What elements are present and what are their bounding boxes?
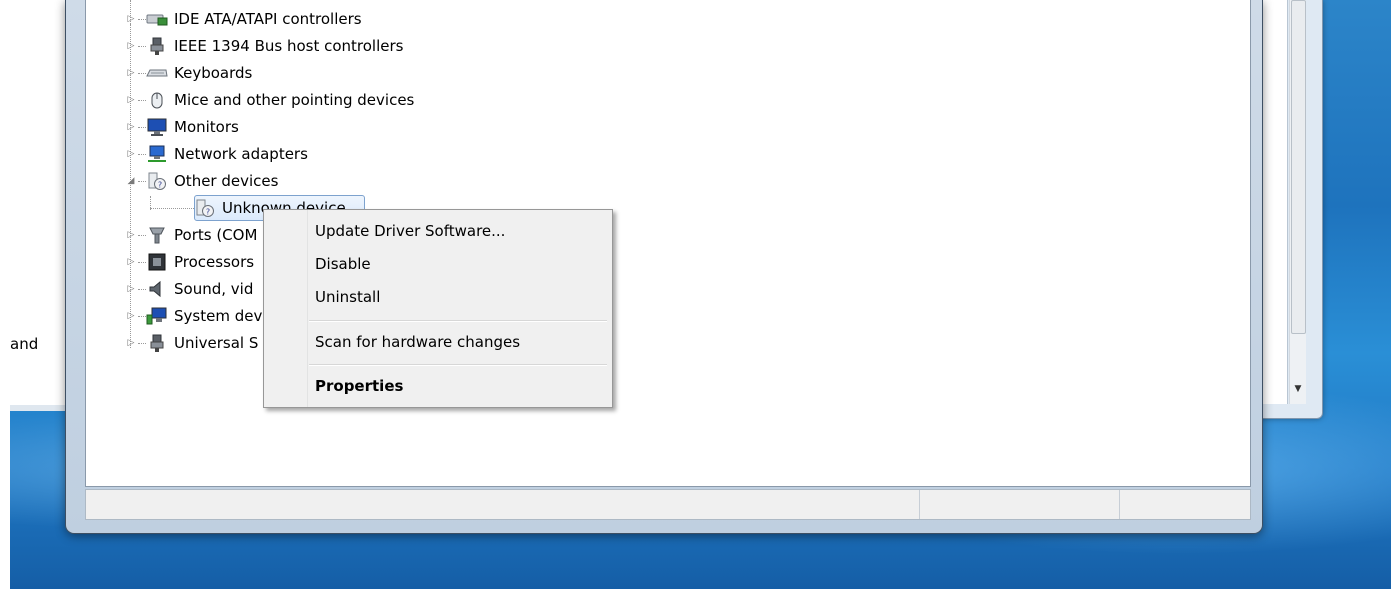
background-window-text: and — [10, 335, 39, 353]
speaker-icon — [146, 280, 168, 298]
scroll-down-arrow-icon[interactable]: ▼ — [1291, 378, 1305, 400]
tree-item-label: IEEE 1394 Bus host controllers — [174, 37, 404, 55]
background-window-right-pane — [1259, 0, 1288, 404]
menu-item-uninstall[interactable]: Uninstall — [315, 283, 380, 311]
tree-item-universal-serial-bus[interactable]: ▷ Universal S — [124, 331, 258, 355]
tree-item-monitors[interactable]: ▷ Monitors — [124, 115, 239, 139]
background-window-right[interactable]: ▼ — [1258, 0, 1323, 419]
tree-item-system-devices[interactable]: ▷ System dev — [124, 304, 263, 328]
processor-icon — [146, 253, 168, 271]
keyboard-icon — [146, 64, 168, 82]
status-pane — [1119, 490, 1250, 519]
tree-item-keyboards[interactable]: ▷ Keyboards — [124, 61, 253, 85]
tree-item-label: Monitors — [174, 118, 239, 136]
expand-arrow-icon[interactable]: ▷ — [124, 88, 138, 112]
tree-item-label: Keyboards — [174, 64, 253, 82]
menu-item-properties[interactable]: Properties — [315, 372, 403, 400]
menu-separator — [309, 364, 607, 366]
usb-plug-icon — [146, 334, 168, 352]
tree-item-label: Mice and other pointing devices — [174, 91, 415, 109]
menu-item-update-driver-software[interactable]: Update Driver Software... — [315, 217, 505, 245]
context-menu-icon-gutter — [264, 210, 308, 407]
device-manager-window: ▷ IDE ATA/ATAPI controllers ▷ IEEE 1394 … — [65, 0, 1263, 534]
tree-item-ide-ata-atapi-controllers[interactable]: ▷ IDE ATA/ATAPI controllers — [124, 7, 362, 31]
tree-item-label: Other devices — [174, 172, 279, 190]
status-pane — [919, 490, 1120, 519]
tree-item-sound-video[interactable]: ▷ Sound, vid — [124, 277, 254, 301]
scrollbar-thumb[interactable] — [1291, 0, 1306, 334]
tree-item-network-adapters[interactable]: ▷ Network adapters — [124, 142, 308, 166]
expand-arrow-icon[interactable]: ▷ — [124, 142, 138, 166]
tree-item-label: Network adapters — [174, 145, 308, 163]
ide-controller-icon — [146, 10, 168, 28]
expand-arrow-icon[interactable]: ▷ — [124, 250, 138, 274]
unknown-device-icon: ? — [194, 199, 216, 217]
context-menu: Update Driver Software... Disable Uninst… — [263, 209, 613, 408]
tree-item-label: Universal S — [174, 334, 259, 352]
system-device-icon — [146, 307, 168, 325]
expand-arrow-icon[interactable]: ▷ — [124, 277, 138, 301]
tree-item-label: IDE ATA/ATAPI controllers — [174, 10, 362, 28]
tree-item-label: System dev — [174, 307, 263, 325]
menu-item-disable[interactable]: Disable — [315, 250, 371, 278]
tree-item-other-devices[interactable]: ◢ ? Other devices — [124, 169, 278, 193]
expand-arrow-icon[interactable]: ▷ — [124, 61, 138, 85]
expand-arrow-icon[interactable]: ▷ — [124, 223, 138, 247]
expand-arrow-icon[interactable]: ▷ — [124, 331, 138, 355]
vertical-scrollbar[interactable]: ▼ — [1289, 0, 1306, 404]
background-window-bottom-bar — [10, 405, 72, 411]
unknown-device-icon: ? — [146, 172, 168, 190]
expand-arrow-icon[interactable]: ▷ — [124, 304, 138, 328]
usb-plug-icon — [146, 37, 168, 55]
port-icon — [146, 226, 168, 244]
tree-item-label: Processors — [174, 253, 255, 271]
tree-item-mice-and-other-pointing-devices[interactable]: ▷ Mice and other pointing devices — [124, 88, 415, 112]
menu-separator — [309, 320, 607, 322]
expand-arrow-icon[interactable]: ▷ — [124, 115, 138, 139]
tree-item-label: Sound, vid — [174, 280, 254, 298]
collapse-arrow-icon[interactable]: ◢ — [124, 169, 138, 193]
svg-text:?: ? — [206, 208, 210, 217]
network-adapter-icon — [146, 145, 168, 163]
svg-text:?: ? — [158, 181, 162, 190]
background-window-edge — [0, 0, 10, 589]
tree-item-processors[interactable]: ▷ Processors — [124, 250, 255, 274]
tree-item-ieee-1394-bus-host-controllers[interactable]: ▷ IEEE 1394 Bus host controllers — [124, 34, 403, 58]
expand-arrow-icon[interactable]: ▷ — [124, 7, 138, 31]
expand-arrow-icon[interactable]: ▷ — [124, 34, 138, 58]
tree-item-label: Ports (COM — [174, 226, 258, 244]
status-bar — [85, 489, 1251, 520]
tree-item-ports[interactable]: ▷ Ports (COM — [124, 223, 258, 247]
mouse-icon — [146, 91, 168, 109]
background-window[interactable]: and — [10, 0, 72, 411]
device-tree-panel: ▷ IDE ATA/ATAPI controllers ▷ IEEE 1394 … — [85, 0, 1251, 487]
monitor-icon — [146, 118, 168, 136]
menu-item-scan-for-hardware-changes[interactable]: Scan for hardware changes — [315, 328, 520, 356]
